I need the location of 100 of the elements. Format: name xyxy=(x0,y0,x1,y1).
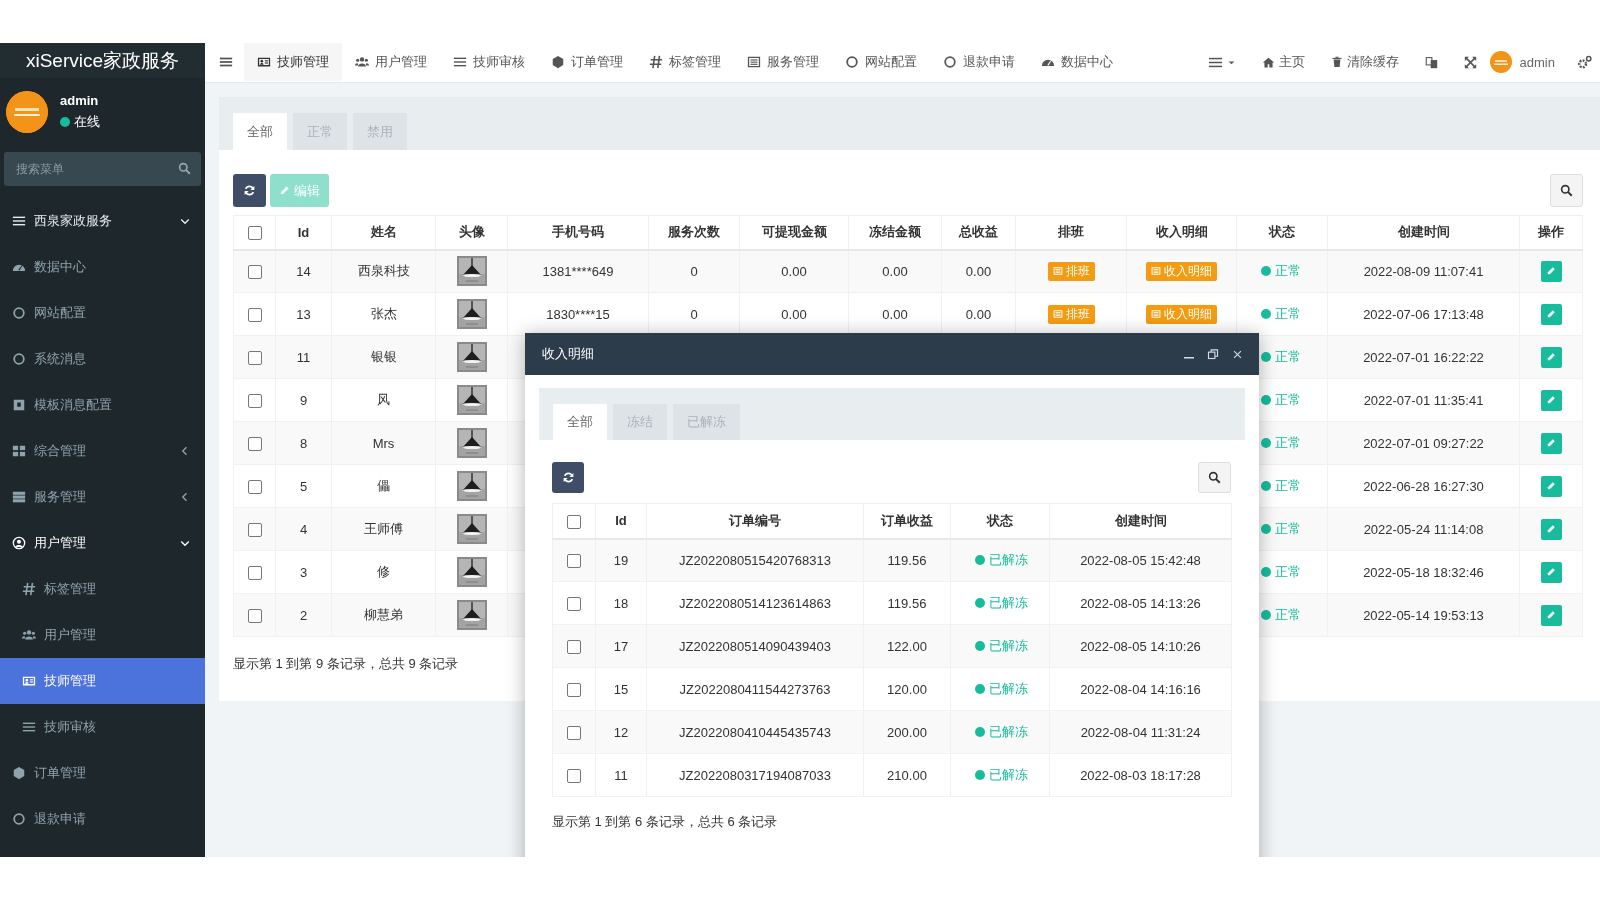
nav-tab[interactable]: 退款申请 xyxy=(930,43,1028,81)
circle-icon xyxy=(12,812,26,826)
checkbox[interactable] xyxy=(567,768,581,783)
table-cell: 修 xyxy=(331,550,436,594)
table-cell: 西泉科技 xyxy=(331,249,436,293)
search-button[interactable] xyxy=(1550,174,1583,207)
table-cell: JZ2022080515420768313 xyxy=(646,538,864,582)
column-header: 操作 xyxy=(1519,215,1583,250)
edit-button[interactable] xyxy=(1540,475,1562,497)
edit-button[interactable] xyxy=(1540,346,1562,368)
table-cell: 14 xyxy=(275,249,332,293)
table-cell: 120.00 xyxy=(863,667,951,711)
edit-button[interactable] xyxy=(1540,561,1562,583)
column-header: 冻结金额 xyxy=(848,215,942,250)
home-link[interactable]: 主页 xyxy=(1248,43,1318,81)
edit-button[interactable] xyxy=(1540,389,1562,411)
app-logo[interactable]: xiService家政服务 xyxy=(0,43,205,78)
search-button[interactable] xyxy=(1198,462,1231,493)
checkbox[interactable] xyxy=(247,350,262,365)
sidebar-item[interactable]: 模板消息配置 xyxy=(0,382,205,428)
table-cell: 王师傅 xyxy=(331,507,436,551)
avatar-icon xyxy=(1489,51,1512,73)
sidebar-item[interactable]: 技师管理 xyxy=(0,658,205,704)
column-header: 状态 xyxy=(1236,215,1328,250)
sidebar-item[interactable]: 综合管理 xyxy=(0,428,205,474)
table-cell: 张杰 xyxy=(331,292,436,336)
nav-tab[interactable]: 订单管理 xyxy=(538,43,636,81)
clear-cache-button[interactable]: 清除缓存 xyxy=(1317,43,1412,81)
checkbox[interactable] xyxy=(247,307,262,322)
dialog-title: 收入明细 xyxy=(542,345,594,363)
sidebar-item[interactable]: 退款申请 xyxy=(0,796,205,842)
table-cell: 儡 xyxy=(331,464,436,508)
sidebar-item[interactable]: 用户管理 xyxy=(0,520,205,566)
sidebar-item[interactable]: 西泉家政服务 xyxy=(0,198,205,244)
nav-tab[interactable]: 技师管理 xyxy=(244,43,342,81)
user-name: admin xyxy=(1519,54,1555,70)
checkbox[interactable] xyxy=(247,522,262,537)
refresh-button[interactable] xyxy=(233,174,266,207)
pencil-icon xyxy=(1546,352,1556,362)
table-cell: 5 xyxy=(275,464,332,508)
edit-button[interactable] xyxy=(1540,518,1562,540)
nav-tab[interactable]: 服务管理 xyxy=(734,43,832,81)
status-dot xyxy=(1261,481,1271,491)
checkbox[interactable] xyxy=(567,725,581,740)
minimize-icon xyxy=(1184,357,1194,359)
checkbox[interactable] xyxy=(247,393,262,408)
column-header: 收入明细 xyxy=(1126,215,1237,250)
checkbox[interactable] xyxy=(567,514,581,529)
status-text: 已解冻 xyxy=(989,766,1028,784)
table-cell: 2022-06-28 16:27:30 xyxy=(1327,464,1520,508)
sidebar-item[interactable]: 系统消息 xyxy=(0,336,205,382)
checkbox[interactable] xyxy=(247,565,262,580)
refresh-button[interactable] xyxy=(552,462,584,493)
checkbox[interactable] xyxy=(247,265,262,280)
list-box-icon xyxy=(747,55,761,69)
sidebar-item[interactable]: 数据中心 xyxy=(0,244,205,290)
nav-tab[interactable]: 技师审核 xyxy=(440,43,538,81)
checkbox[interactable] xyxy=(567,682,581,697)
table-cell: 2022-07-01 16:22:22 xyxy=(1327,335,1520,379)
table-cell: 18 xyxy=(595,581,647,625)
table-cell: 2022-05-18 18:32:46 xyxy=(1327,550,1520,594)
sidebar-item[interactable]: 服务管理 xyxy=(0,474,205,520)
status-dot xyxy=(975,684,985,694)
sidebar-item[interactable]: 技师审核 xyxy=(0,704,205,750)
column-header: 创建时间 xyxy=(1327,215,1520,250)
tab[interactable]: 全部 xyxy=(233,113,287,150)
status-dot xyxy=(1261,266,1271,277)
edit-button[interactable] xyxy=(1540,432,1562,454)
sidebar-item[interactable]: 订单管理 xyxy=(0,750,205,796)
circle-icon xyxy=(12,352,26,366)
edit-button[interactable] xyxy=(1540,260,1562,282)
checkbox[interactable] xyxy=(247,436,262,451)
checkbox[interactable] xyxy=(567,596,581,611)
nav-tab[interactable]: 标签管理 xyxy=(636,43,734,81)
hash-icon xyxy=(22,582,36,596)
checkbox[interactable] xyxy=(247,608,262,623)
refresh-icon xyxy=(561,471,575,484)
table-cell: 0.00 xyxy=(941,249,1016,293)
table-cell: 122.00 xyxy=(863,624,951,668)
hexagon-icon xyxy=(12,766,26,780)
tab[interactable]: 全部 xyxy=(553,404,607,440)
grid-icon xyxy=(12,444,26,458)
search-field[interactable]: 搜索菜单 xyxy=(4,152,201,186)
sidebar-item[interactable]: 标签管理 xyxy=(0,566,205,612)
sidebar-item[interactable]: 网站配置 xyxy=(0,290,205,336)
status-text: 正常 xyxy=(1275,563,1301,581)
nav-tab[interactable]: 数据中心 xyxy=(1028,43,1126,81)
table-cell: Mrs xyxy=(331,421,436,465)
nav-tab[interactable]: 网站配置 xyxy=(832,43,930,81)
checkbox[interactable] xyxy=(247,226,262,241)
restore-icon xyxy=(1207,348,1219,360)
edit-button[interactable] xyxy=(1540,604,1562,626)
nav-tab[interactable]: 用户管理 xyxy=(342,43,440,81)
checkbox[interactable] xyxy=(567,554,581,569)
edit-button[interactable] xyxy=(1540,303,1562,325)
table-cell: 2022-08-04 11:31:24 xyxy=(1049,710,1232,754)
checkbox[interactable] xyxy=(247,479,262,494)
checkbox[interactable] xyxy=(567,639,581,654)
sidebar-item[interactable]: 用户管理 xyxy=(0,612,205,658)
home-icon xyxy=(1261,55,1275,69)
